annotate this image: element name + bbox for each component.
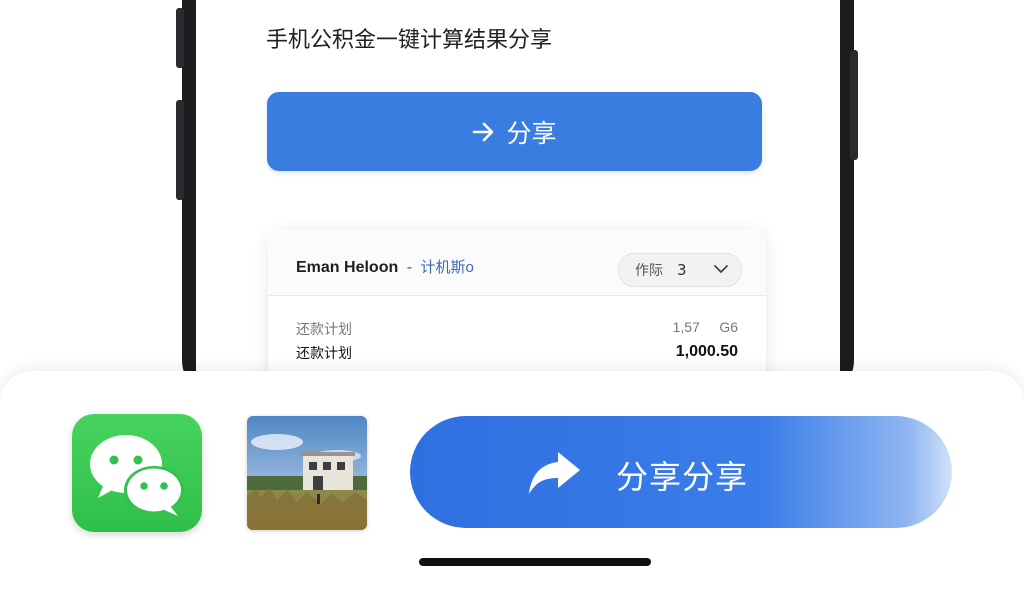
share-button[interactable]: 分享 xyxy=(267,92,762,171)
home-indicator xyxy=(419,558,651,566)
card-subtitle[interactable]: 计机斯o xyxy=(420,259,473,276)
period-select-label: 作际 xyxy=(635,263,663,279)
share-button-label: 分享 xyxy=(506,118,557,148)
power-button xyxy=(850,50,858,160)
card-title: Eman Helоon - 计机斯o xyxy=(296,256,474,277)
wechat-share-button[interactable] xyxy=(72,414,202,532)
house-photo-icon xyxy=(247,416,367,530)
volume-button xyxy=(176,8,184,68)
share-arrow-icon xyxy=(526,448,582,504)
row-label: 还款计划 xyxy=(296,322,352,338)
row-value: 1,000.50 xyxy=(675,343,738,360)
arrow-right-icon xyxy=(472,121,496,143)
row-value: 1,57 G6 xyxy=(672,319,738,335)
chevron-down-icon xyxy=(713,262,729,280)
page-title: 手机公积金一键计算结果分享 xyxy=(266,28,553,53)
phone-screen: 手机公积金一键计算结果分享 分享 Eman Helоon - 计机斯o 作际 3 xyxy=(196,0,840,400)
card-separator: - xyxy=(406,259,413,276)
share-thumbnail[interactable] xyxy=(247,416,367,530)
share-action-button[interactable]: 分享分享 xyxy=(410,416,952,528)
row-label: 还款计划 xyxy=(296,346,352,362)
share-action-label: 分享分享 xyxy=(616,458,749,496)
card-name: Eman Helоon xyxy=(296,259,399,276)
volume-button xyxy=(176,100,184,200)
period-select-value: 3 xyxy=(677,261,687,279)
period-select[interactable]: 作际 3 xyxy=(618,253,742,287)
card-header: Eman Helоon - 计机斯o 作际 3 xyxy=(268,229,766,296)
